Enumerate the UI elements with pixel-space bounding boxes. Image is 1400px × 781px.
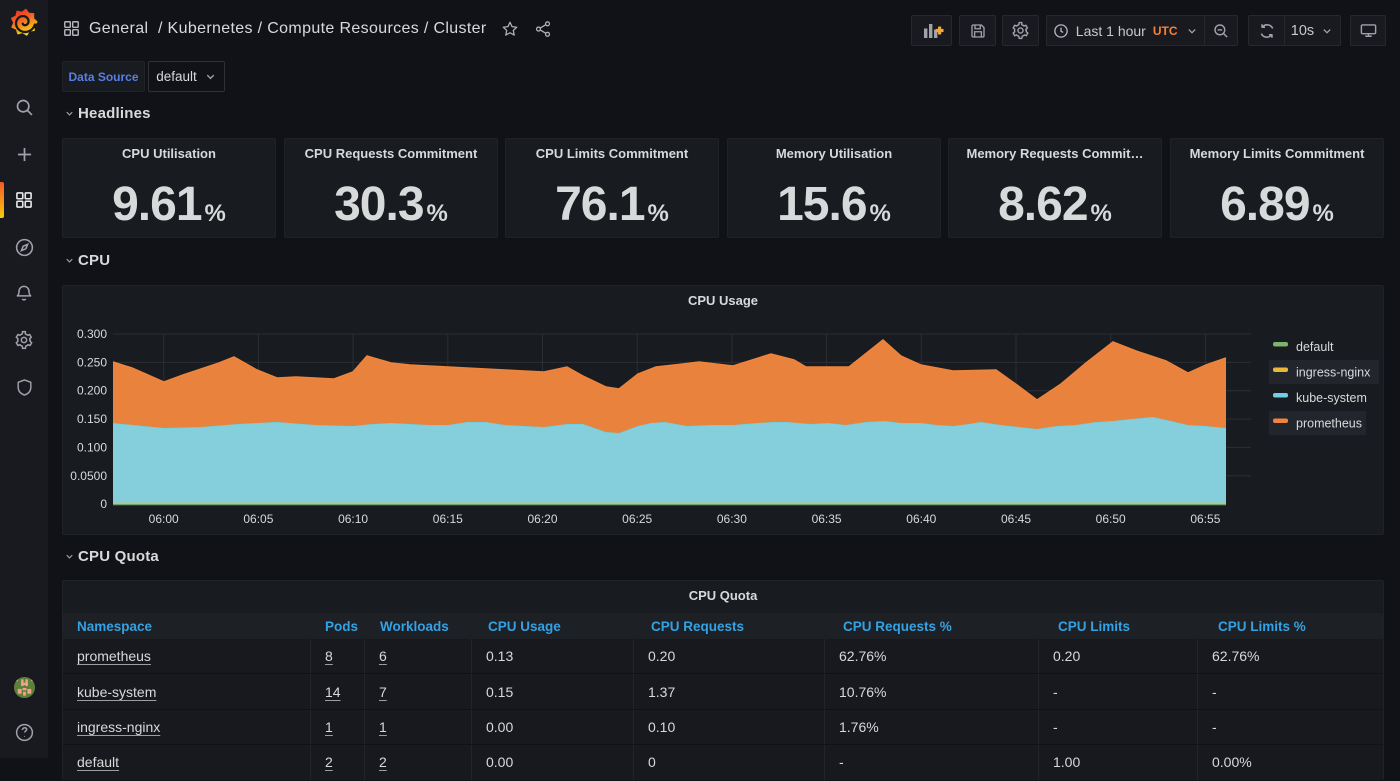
svg-text:06:25: 06:25 xyxy=(622,512,652,526)
svg-text:0.200: 0.200 xyxy=(77,384,107,398)
svg-text:06:20: 06:20 xyxy=(527,512,557,526)
svg-text:0.150: 0.150 xyxy=(77,412,107,426)
svg-text:06:35: 06:35 xyxy=(812,512,842,526)
svg-text:06:40: 06:40 xyxy=(906,512,936,526)
svg-text:06:30: 06:30 xyxy=(717,512,747,526)
svg-text:0.250: 0.250 xyxy=(77,355,107,369)
svg-text:kube-system: kube-system xyxy=(1296,391,1367,405)
svg-text:06:55: 06:55 xyxy=(1190,512,1220,526)
svg-text:ingress-nginx: ingress-nginx xyxy=(1296,366,1371,380)
svg-text:06:00: 06:00 xyxy=(149,512,179,526)
svg-text:0.0500: 0.0500 xyxy=(70,469,107,483)
svg-text:06:10: 06:10 xyxy=(338,512,368,526)
svg-text:default: default xyxy=(1296,340,1334,354)
svg-text:0.300: 0.300 xyxy=(77,327,107,341)
svg-text:0.100: 0.100 xyxy=(77,440,107,454)
svg-text:06:50: 06:50 xyxy=(1096,512,1126,526)
svg-text:06:05: 06:05 xyxy=(243,512,273,526)
svg-text:0: 0 xyxy=(100,497,107,511)
svg-text:prometheus: prometheus xyxy=(1296,417,1362,431)
svg-text:06:15: 06:15 xyxy=(433,512,463,526)
svg-text:06:45: 06:45 xyxy=(1001,512,1031,526)
